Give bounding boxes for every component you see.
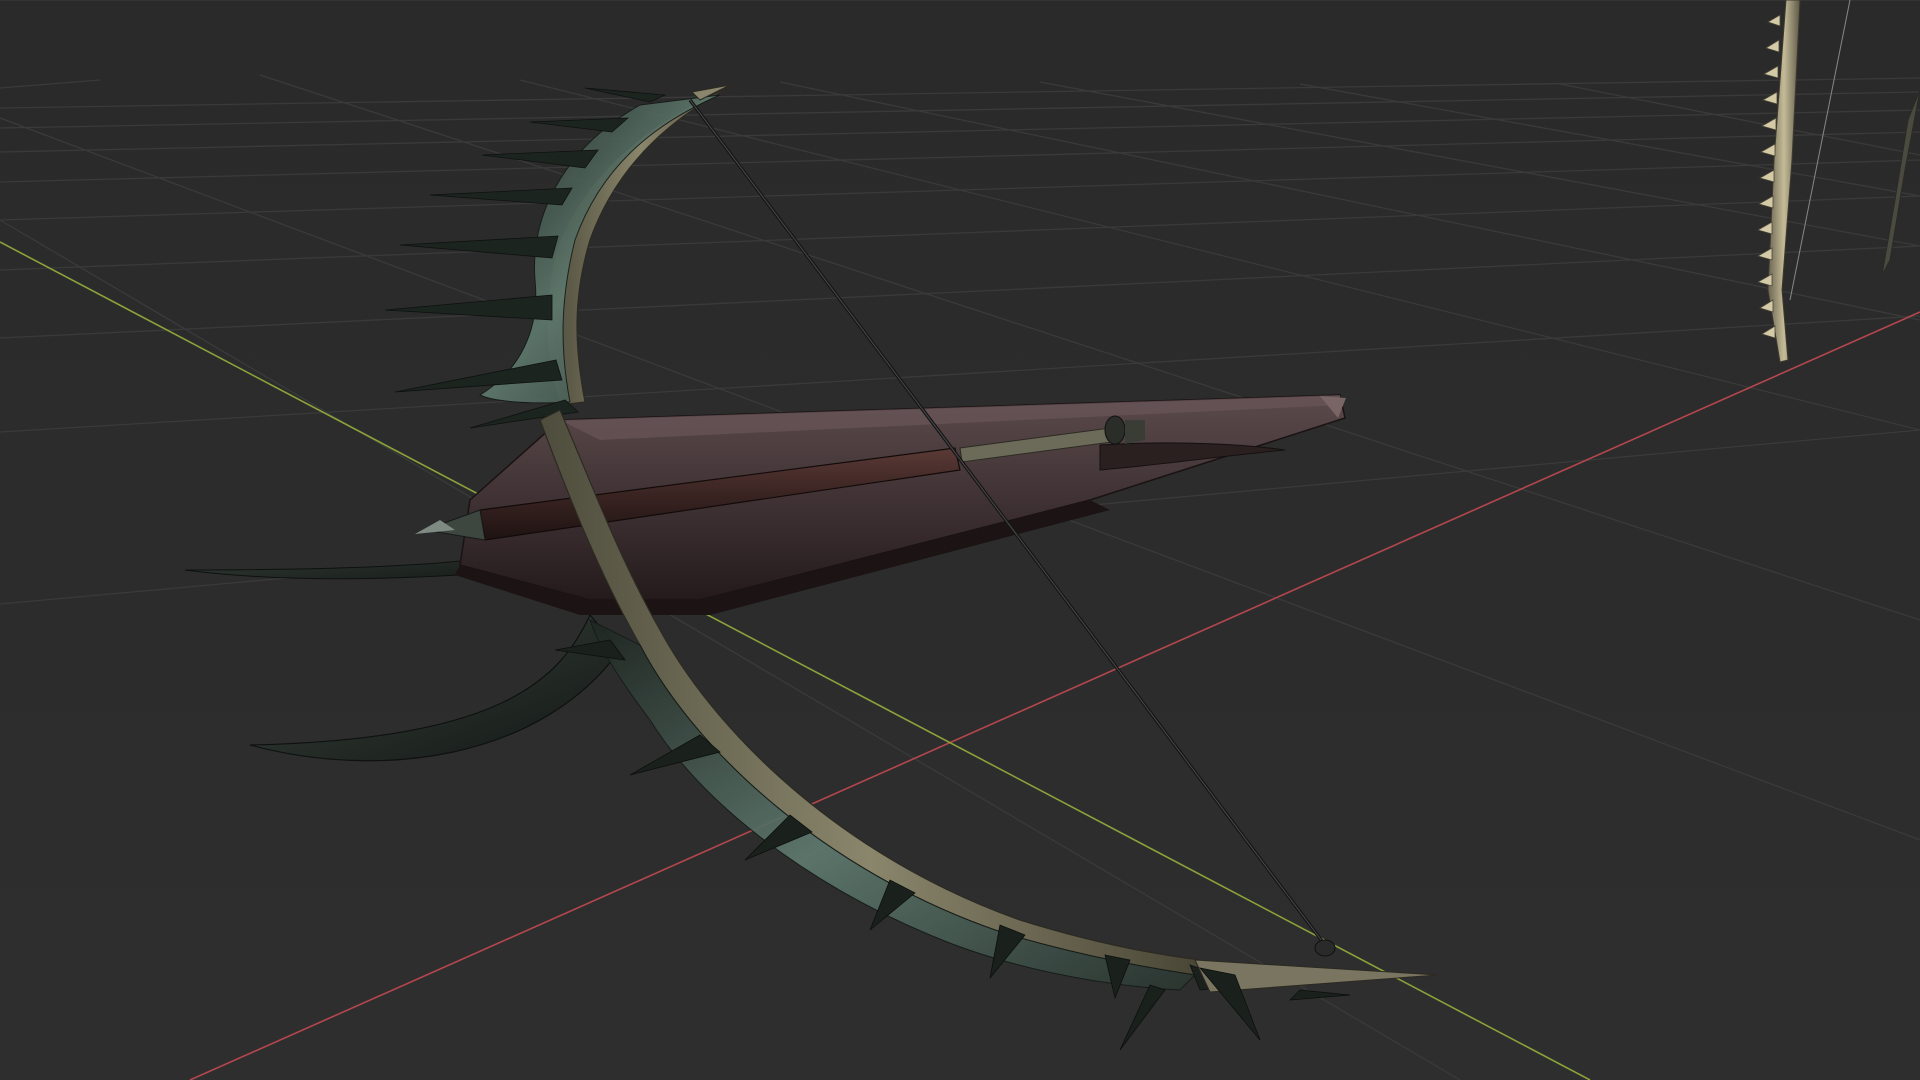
- string-nock: [1314, 939, 1336, 957]
- 3d-viewport[interactable]: [0, 0, 1920, 1080]
- viewport-canvas[interactable]: [0, 0, 1920, 1080]
